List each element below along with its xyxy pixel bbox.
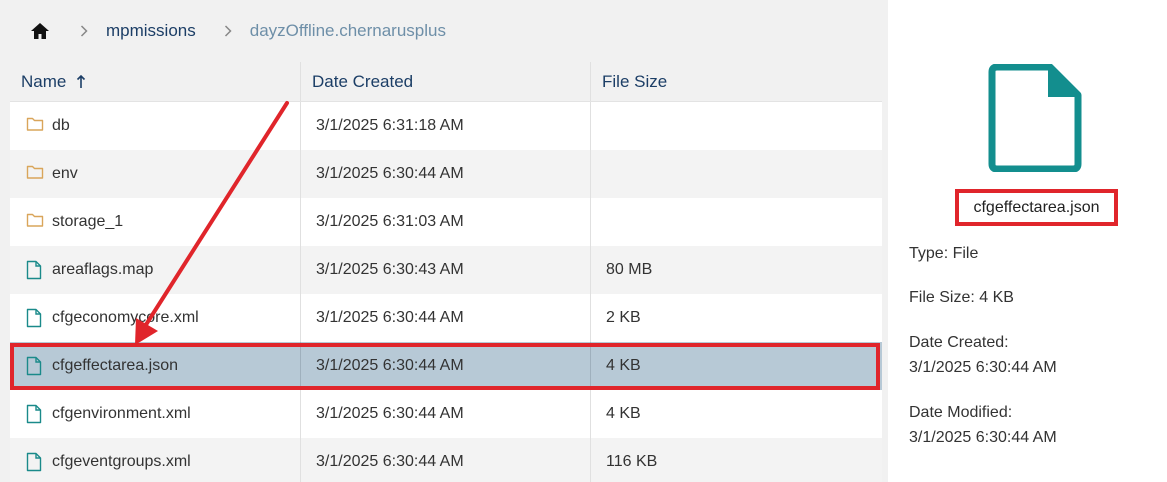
table-row[interactable]: db 3/1/2025 6:31:18 AM (10, 102, 882, 150)
cell-file-size: 80 MB (606, 261, 653, 278)
cell-date-created: 3/1/2025 6:31:18 AM (301, 102, 591, 150)
home-icon[interactable] (28, 19, 52, 43)
sort-ascending-icon (76, 74, 86, 89)
file-name: cfgeffectarea.json (52, 357, 179, 374)
cell-name: env (10, 150, 301, 198)
table-row[interactable]: env 3/1/2025 6:30:44 AM (10, 150, 882, 198)
file-name: areaflags.map (52, 261, 154, 278)
file-name: env (52, 165, 78, 182)
folder-icon (26, 116, 44, 136)
cell-name: cfgenvironment.xml (10, 390, 301, 438)
file-icon (26, 308, 44, 328)
file-preview-icon (988, 63, 1082, 173)
cell-name: cfgeffectarea.json (10, 342, 301, 390)
details-date-created-label: Date Created: (909, 334, 1009, 351)
table-row[interactable]: cfgenvironment.xml 3/1/2025 6:30:44 AM 4 K… (10, 390, 882, 438)
table-row[interactable]: areaflags.map 3/1/2025 6:30:43 AM 80 MB (10, 246, 882, 294)
cell-date-created: 3/1/2025 6:30:44 AM (301, 342, 591, 390)
chevron-right-icon (224, 25, 236, 37)
file-icon (26, 260, 44, 280)
column-header-name[interactable]: Name (10, 62, 301, 101)
file-table: Name Date Created File Size db 3/1/2025 6… (10, 62, 882, 482)
cell-date-created: 3/1/2025 6:30:44 AM (301, 438, 591, 482)
details-file-name: cfgeffectarea.json (955, 189, 1118, 226)
details-date-created-value: 3/1/2025 6:30:44 AM (909, 359, 1057, 376)
file-name: cfgenvironment.xml (52, 405, 191, 422)
file-name: cfgeconomycore.xml (52, 309, 199, 326)
file-icon (26, 452, 44, 472)
folder-icon (26, 212, 44, 232)
details-panel: cfgeffectarea.json Type: File File Size:… (888, 0, 1167, 482)
cell-date-created: 3/1/2025 6:30:44 AM (301, 390, 591, 438)
table-row[interactable]: cfgeffectarea.json 3/1/2025 6:30:44 AM 4 K… (10, 342, 882, 390)
cell-name: db (10, 102, 301, 150)
column-header-file-size[interactable]: File Size (591, 62, 882, 101)
cell-file-size: 4 KB (606, 357, 641, 374)
cell-file-size (591, 198, 882, 246)
file-name: db (52, 117, 70, 134)
details-file-size: File Size: 4 KB (909, 289, 1014, 306)
breadcrumb: mpmissions dayzOffline.chernarusplus (0, 0, 888, 62)
details-date-modified-value: 3/1/2025 6:30:44 AM (909, 429, 1057, 446)
cell-name: cfgeventgroups.xml (10, 438, 301, 482)
cell-date-created: 3/1/2025 6:30:44 AM (301, 150, 591, 198)
cell-name: areaflags.map (10, 246, 301, 294)
column-header-date-created[interactable]: Date Created (301, 62, 591, 101)
cell-date-created: 3/1/2025 6:31:03 AM (301, 198, 591, 246)
folder-icon (26, 164, 44, 184)
table-row[interactable]: storage_1 3/1/2025 6:31:03 AM (10, 198, 882, 246)
chevron-right-icon (80, 25, 92, 37)
cell-file-size: 4 KB (606, 405, 641, 422)
breadcrumb-item-current[interactable]: dayzOffline.chernarusplus (250, 21, 446, 41)
cell-file-size: 116 KB (606, 453, 658, 470)
file-name: storage_1 (52, 213, 124, 230)
table-row[interactable]: cfgeconomycore.xml 3/1/2025 6:30:44 AM 2 K… (10, 294, 882, 342)
file-icon (26, 404, 44, 424)
cell-name: cfgeconomycore.xml (10, 294, 301, 342)
cell-file-size (591, 102, 882, 150)
details-type: Type: File (909, 245, 979, 262)
file-browser: mpmissions dayzOffline.chernarusplus Nam… (0, 0, 888, 482)
details-date-modified-label: Date Modified: (909, 404, 1013, 421)
file-name: cfgeventgroups.xml (52, 453, 191, 470)
table-row[interactable]: cfgeventgroups.xml 3/1/2025 6:30:44 AM 116… (10, 438, 882, 482)
cell-date-created: 3/1/2025 6:30:44 AM (301, 294, 591, 342)
file-icon (26, 356, 44, 376)
table-header: Name Date Created File Size (10, 62, 882, 102)
cell-file-size: 2 KB (606, 309, 641, 326)
cell-date-created: 3/1/2025 6:30:43 AM (301, 246, 591, 294)
cell-file-size (591, 150, 882, 198)
breadcrumb-item-mpmissions[interactable]: mpmissions (106, 21, 196, 41)
cell-name: storage_1 (10, 198, 301, 246)
table-body: db 3/1/2025 6:31:18 AM env 3/1/2025 6:30:44… (10, 102, 882, 482)
